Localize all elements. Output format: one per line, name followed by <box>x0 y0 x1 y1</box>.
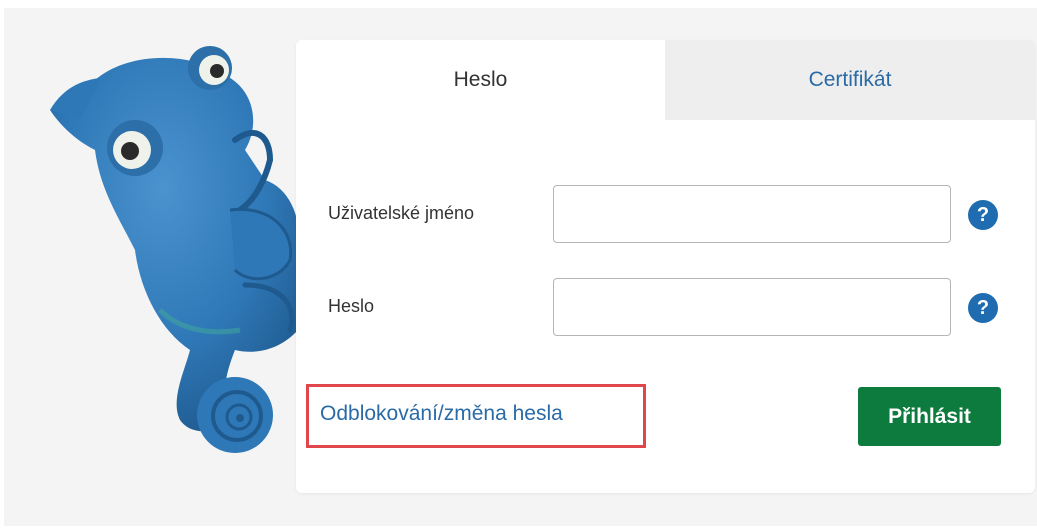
login-page: Heslo Certifikát Uživatelské jméno ? Hes… <box>0 0 1037 530</box>
username-field[interactable] <box>553 185 951 243</box>
tab-certificate[interactable]: Certifikát <box>665 40 1035 120</box>
unlock-change-password-link[interactable]: Odblokování/změna hesla <box>320 402 563 426</box>
login-tabs: Heslo Certifikát <box>296 40 1035 120</box>
password-label: Heslo <box>328 296 375 316</box>
login-button[interactable]: Přihlásit <box>858 387 1001 446</box>
username-label: Uživatelské jméno <box>328 203 475 223</box>
tab-password[interactable]: Heslo <box>296 40 665 120</box>
username-help-icon[interactable]: ? <box>968 200 998 230</box>
chameleon-mascot-image <box>50 46 301 453</box>
password-row: Heslo ? <box>296 278 1035 338</box>
password-help-icon[interactable]: ? <box>968 293 998 323</box>
password-field[interactable] <box>553 278 951 336</box>
username-row: Uživatelské jméno ? <box>296 185 1035 245</box>
login-card: Heslo Certifikát Uživatelské jméno ? Hes… <box>296 40 1035 493</box>
